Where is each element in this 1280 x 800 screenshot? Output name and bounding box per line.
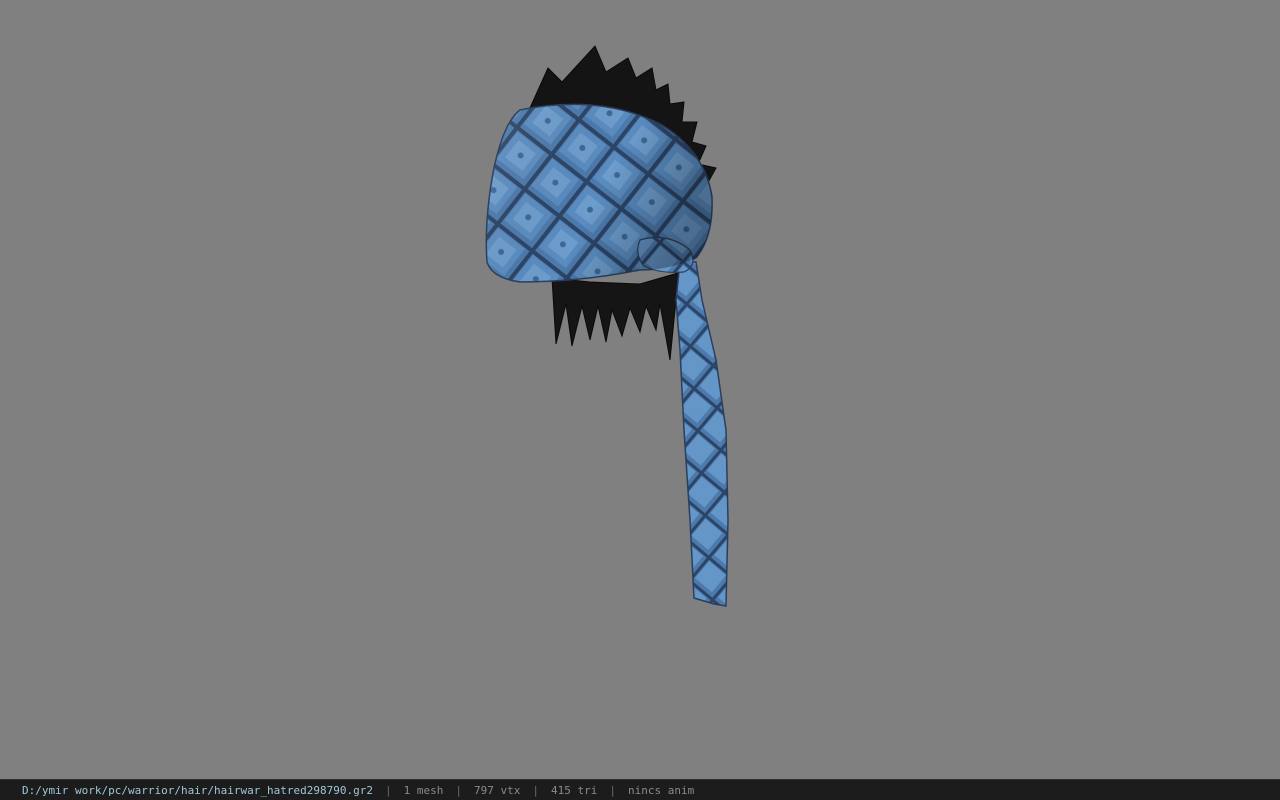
mesh-count: 1 mesh bbox=[403, 783, 444, 797]
status-bar: D:/ymir work/pc/warrior/hair/hairwar_hat… bbox=[0, 779, 1280, 800]
triangle-count: 415 tri bbox=[550, 783, 598, 797]
file-path: D:/ymir work/pc/warrior/hair/hairwar_hat… bbox=[22, 783, 373, 797]
hair-model-render bbox=[485, 45, 729, 607]
separator: | bbox=[532, 783, 539, 797]
animation-status: nincs anim bbox=[627, 783, 695, 797]
separator: | bbox=[609, 783, 616, 797]
vertex-count: 797 vtx bbox=[474, 783, 521, 797]
3d-viewport[interactable] bbox=[0, 0, 1280, 779]
hair-bottom-spikes bbox=[551, 269, 689, 361]
separator: | bbox=[455, 783, 462, 797]
bandana-tail bbox=[675, 261, 729, 607]
separator: | bbox=[385, 783, 392, 797]
